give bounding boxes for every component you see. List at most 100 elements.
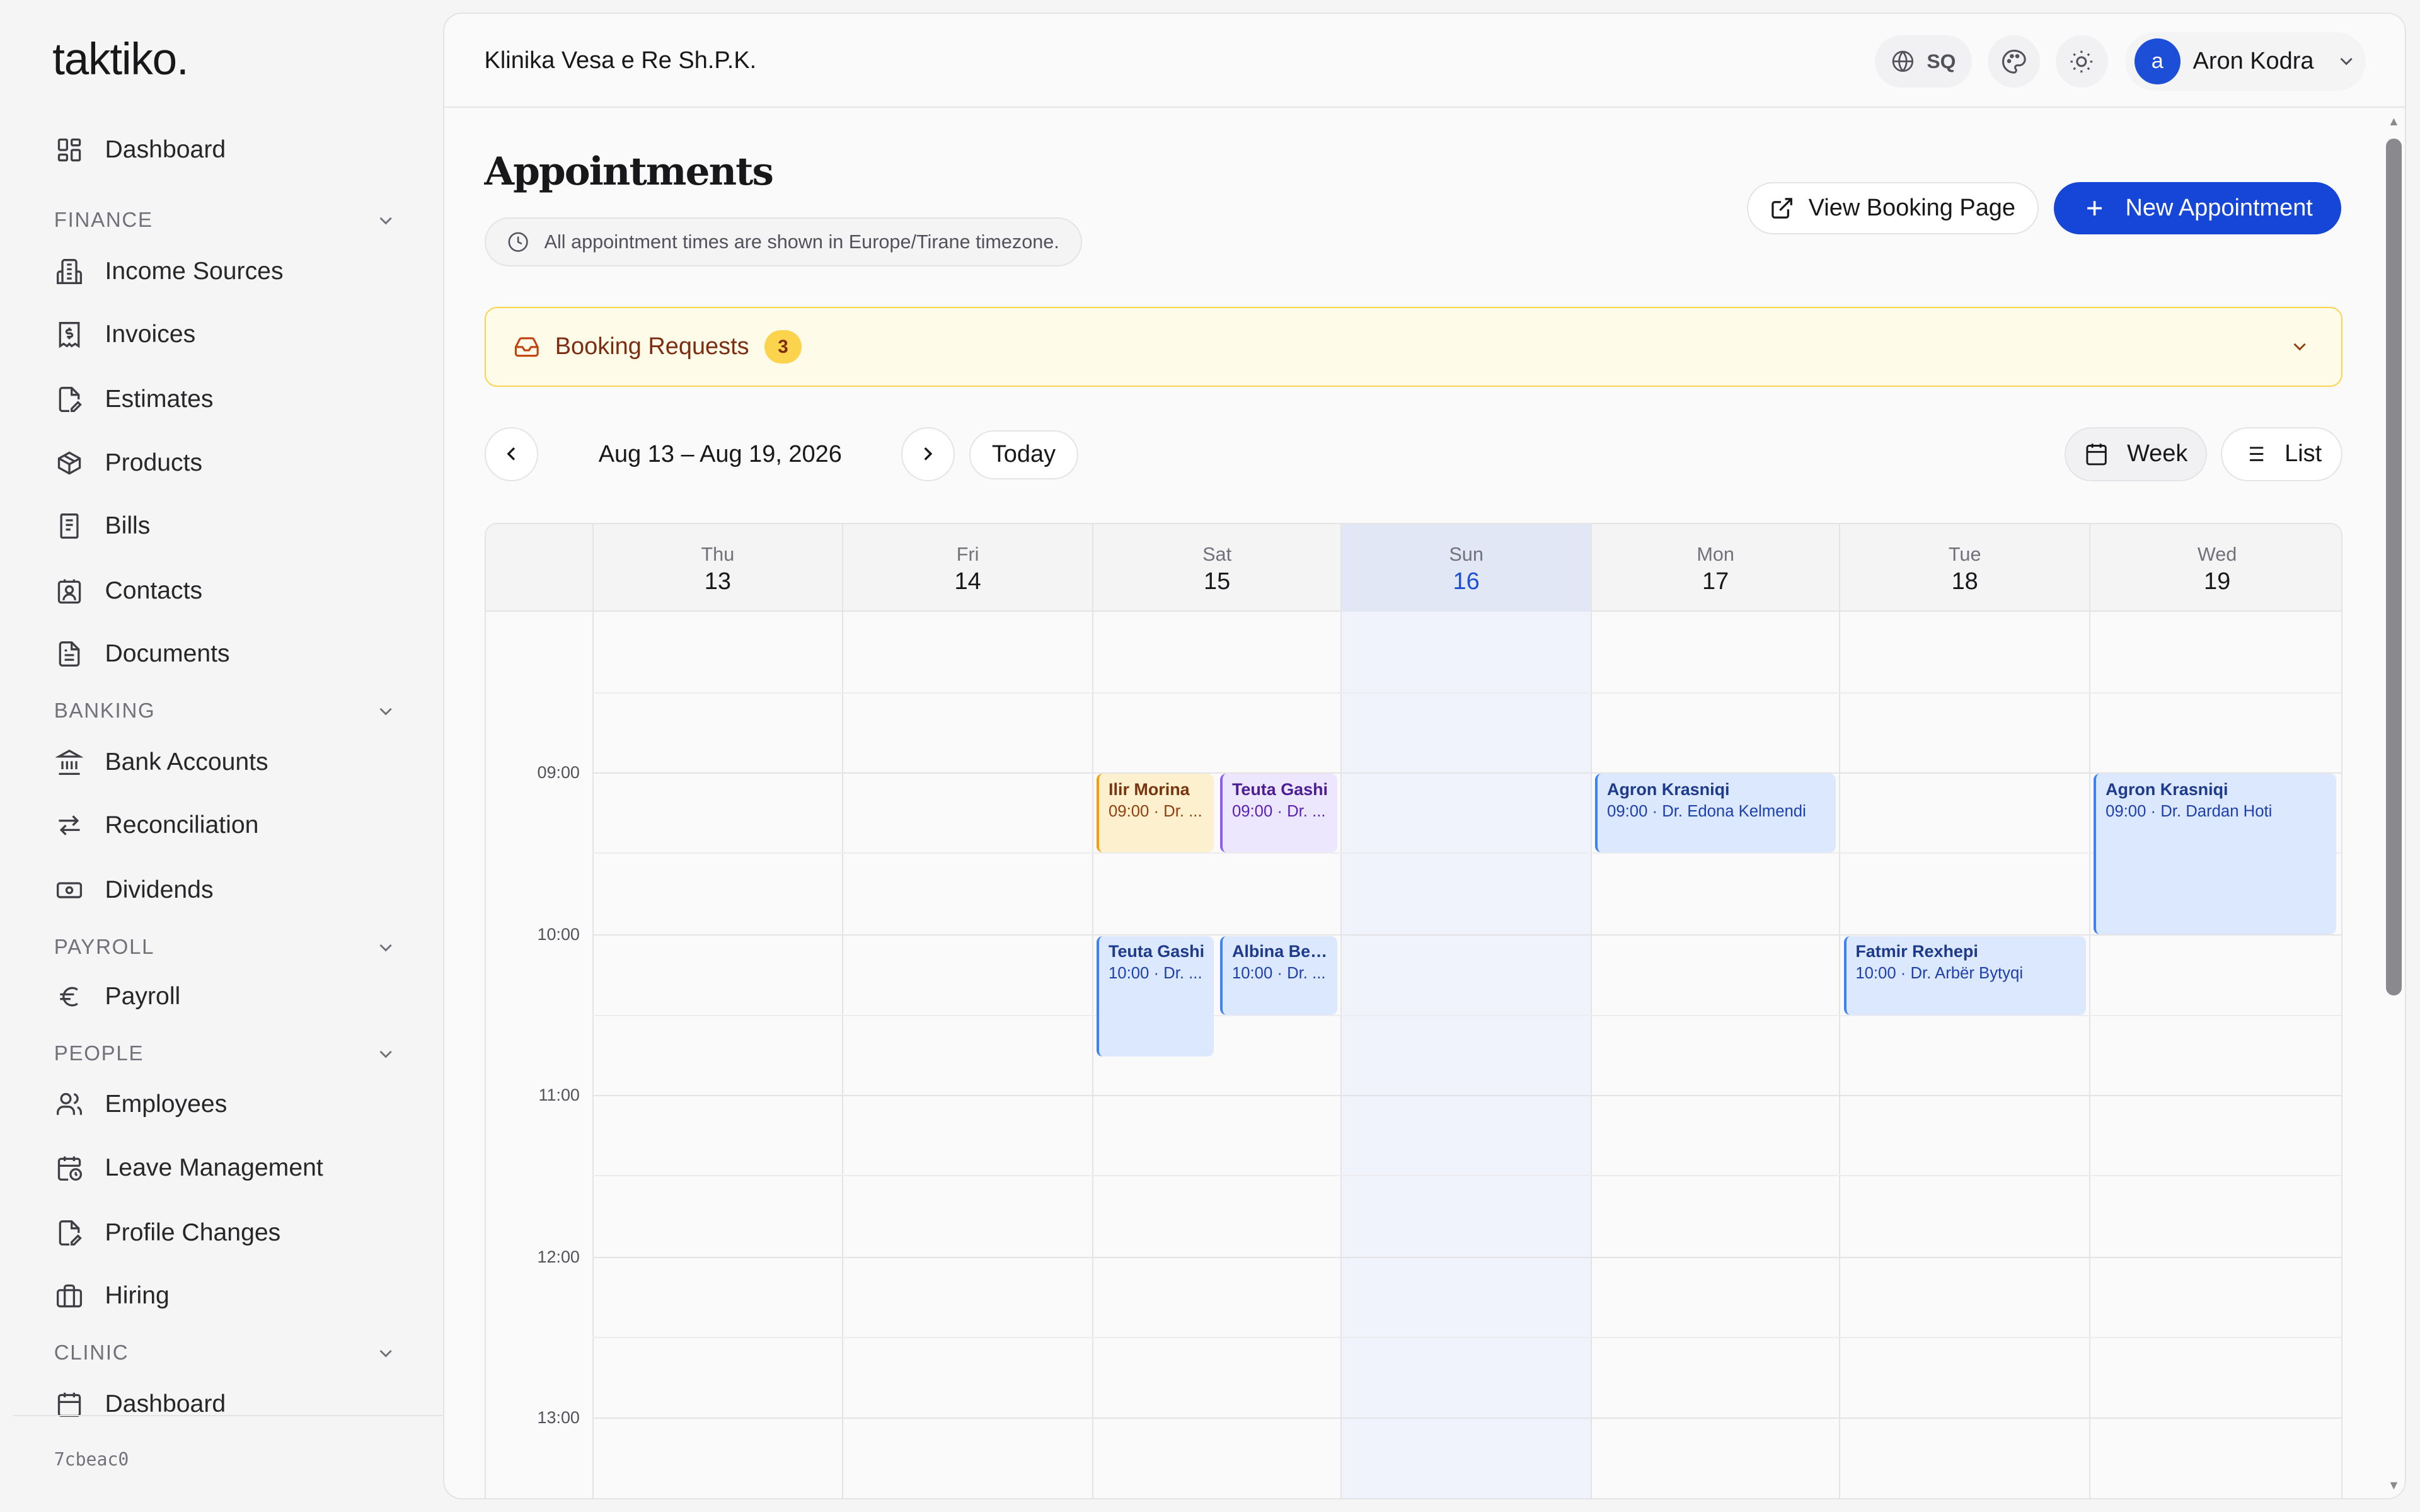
day-column[interactable] (1839, 612, 2089, 1499)
day-number: 18 (1951, 568, 1978, 595)
appointment-detail: 09:00 · Dr. Edona Kelmendi (1607, 803, 1806, 821)
appointment-card[interactable]: Ilir Morina 09:00 · Dr. ... (1097, 774, 1214, 853)
day-column-today[interactable] (1340, 612, 1591, 1499)
appointment-card[interactable]: Fatmir Rexhepi 10:00 · Dr. Arbër Bytyqi (1843, 936, 2087, 1015)
section-people[interactable]: PEOPLE (54, 1037, 397, 1071)
sidebar-item-label: Dashboard (105, 1390, 226, 1418)
day-number: 13 (704, 568, 731, 595)
sidebar-item-documents[interactable]: Documents (55, 631, 410, 677)
calendar-header: Thu 13 Fri 14 Sat 15 Sun 16 Mon 17 Tue 1… (485, 524, 2342, 612)
button-label: New Appointment (2125, 194, 2313, 221)
section-banking[interactable]: BANKING (54, 694, 397, 728)
palette-button[interactable] (1987, 35, 2041, 88)
palette-icon (2002, 49, 2026, 74)
sidebar-item-label: Contacts (105, 576, 203, 604)
appointment-detail: 09:00 · Dr. Dardan Hoti (2106, 803, 2273, 821)
appointment-patient: Albina Beri... (1231, 941, 1328, 961)
sidebar-item-payroll[interactable]: Payroll (55, 973, 410, 1019)
file-pen-icon (59, 387, 82, 413)
clock-icon (508, 232, 528, 252)
app-logo[interactable]: taktiko. (52, 34, 188, 85)
day-number: 15 (1204, 568, 1231, 595)
chevron-down-icon (2340, 58, 2353, 66)
day-header-mon: Mon 17 (1591, 524, 1839, 612)
appointment-card[interactable]: Agron Krasniqi 09:00 · Dr. Dardan Hoti (2094, 774, 2336, 935)
sidebar-item-label: Income Sources (105, 258, 284, 285)
sidebar-item-hiring[interactable]: Hiring (55, 1273, 410, 1319)
day-header-fri: Fri 14 (842, 524, 1092, 612)
list-view-button[interactable]: List (2220, 427, 2343, 481)
appointment-card[interactable]: Agron Krasniqi 09:00 · Dr. Edona Kelmend… (1595, 774, 1836, 853)
sidebar-item-reconciliation[interactable]: Reconciliation (55, 802, 410, 848)
scrollbar-thumb[interactable] (2386, 139, 2402, 995)
day-column[interactable] (842, 612, 1092, 1499)
day-number: 16 (1453, 568, 1480, 595)
theme-toggle-button[interactable] (2055, 35, 2108, 88)
next-week-button[interactable] (901, 427, 955, 481)
appointment-detail: 10:00 · Dr. ... (1231, 965, 1326, 983)
sidebar-item-bills[interactable]: Bills (55, 503, 410, 549)
appointment-card[interactable]: Albina Beri... 10:00 · Dr. ... (1220, 936, 1338, 1015)
day-column[interactable] (2089, 612, 2341, 1499)
section-clinic[interactable]: CLINIC (54, 1336, 397, 1370)
day-column[interactable] (1591, 612, 1839, 1499)
sidebar-item-clinic-dashboard[interactable]: Dashboard (55, 1381, 410, 1427)
sidebar-item-bank-accounts[interactable]: Bank Accounts (55, 739, 410, 785)
booking-requests-panel[interactable]: Booking Requests 3 (484, 306, 2343, 387)
new-appointment-button[interactable]: New Appointment (2054, 181, 2341, 234)
sidebar-item-label: Profile Changes (105, 1218, 281, 1246)
avatar: a (2134, 38, 2181, 85)
prev-week-button[interactable] (484, 427, 539, 481)
day-number: 14 (954, 568, 981, 595)
sidebar-item-label: Documents (105, 640, 230, 668)
sun-icon (2070, 50, 2093, 72)
scroll-up-arrow[interactable]: ▲ (2386, 114, 2401, 129)
grid-line (592, 1337, 2342, 1338)
day-header-sun: Sun 16 (1340, 524, 1591, 612)
day-number: 19 (2203, 568, 2231, 595)
day-column[interactable] (592, 612, 843, 1499)
sidebar-item-employees[interactable]: Employees (55, 1082, 410, 1128)
appointment-patient: Teuta Gashi (1109, 941, 1205, 961)
sidebar-item-label: Products (105, 449, 203, 476)
section-label: FINANCE (54, 209, 153, 232)
section-finance[interactable]: FINANCE (54, 203, 397, 238)
sidebar-item-dashboard[interactable]: Dashboard (55, 127, 410, 173)
week-calendar: Thu 13 Fri 14 Sat 15 Sun 16 Mon 17 Tue 1… (484, 522, 2343, 1499)
week-view-button[interactable]: Week (2065, 427, 2207, 481)
sidebar-item-label: Payroll (105, 983, 181, 1011)
grid-line (592, 852, 2342, 854)
grid-line (592, 1014, 2342, 1016)
chevron-down-icon (379, 707, 392, 716)
sidebar-item-estimates[interactable]: Estimates (55, 377, 410, 423)
main-panel: Klinika Vesa e Re Sh.P.K. SQ a Aron Kodr… (442, 12, 2406, 1500)
language-button[interactable]: SQ (1875, 35, 1973, 88)
appointment-patient: Ilir Morina (1109, 779, 1190, 799)
appointment-card[interactable]: Teuta Gashi 09:00 · Dr. ... (1220, 774, 1338, 853)
sidebar-item-dividends[interactable]: Dividends (55, 867, 410, 913)
language-code: SQ (1927, 49, 1956, 72)
sidebar-divider (12, 1414, 443, 1416)
user-menu-button[interactable]: a Aron Kodra (2124, 32, 2366, 91)
grid-line (592, 772, 2342, 774)
scroll-down-arrow[interactable]: ▼ (2386, 1478, 2401, 1493)
view-booking-page-button[interactable]: View Booking Page (1746, 181, 2039, 234)
section-label: CLINIC (54, 1341, 129, 1365)
sidebar-item-invoices[interactable]: Invoices (55, 312, 410, 358)
sidebar-item-label: Reconciliation (105, 811, 259, 839)
today-button[interactable]: Today (969, 430, 1079, 480)
sidebar-item-contacts[interactable]: Contacts (55, 568, 410, 614)
sidebar-item-leave-management[interactable]: Leave Management (55, 1145, 410, 1191)
calendar-icon (58, 1392, 81, 1417)
appointment-card[interactable]: Teuta Gashi 10:00 · Dr. ... (1097, 936, 1214, 1057)
day-header-wed: Wed 19 (2089, 524, 2341, 612)
timezone-note: All appointment times are shown in Europ… (484, 217, 1083, 267)
sidebar-item-label: Invoices (105, 321, 196, 348)
sidebar-item-income-sources[interactable]: Income Sources (55, 248, 410, 294)
sidebar-item-profile-changes[interactable]: Profile Changes (55, 1210, 410, 1256)
sidebar-item-products[interactable]: Products (55, 440, 410, 486)
button-label: Week (2127, 440, 2188, 467)
time-label: 12:00 (537, 1247, 580, 1267)
chevron-down-icon (379, 1349, 392, 1358)
section-payroll[interactable]: PAYROLL (54, 931, 397, 965)
